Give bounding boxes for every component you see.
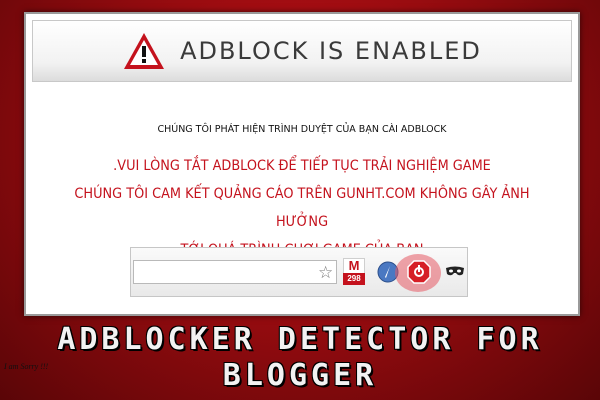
request-line: .VUI LÒNG TẮT ADBLOCK ĐỂ TIẾP TỤC TRẢI N… (113, 158, 491, 174)
banner-title: ADBLOCKER DETECTOR FOR BLOGGER (0, 322, 600, 394)
request-line: CHÚNG TÔI CAM KẾT QUẢNG CÁO TRÊN GUNHT.C… (74, 186, 530, 230)
warning-icon (124, 33, 165, 69)
adblock-warning-dialog: ADBLOCK IS ENABLED CHÚNG TÔI PHÁT HIỆN T… (24, 12, 580, 316)
signature-text: I am Sorry !!! (4, 362, 49, 371)
star-icon[interactable]: ☆ (318, 263, 333, 283)
mask-icon[interactable] (445, 264, 465, 278)
address-bar[interactable]: ☆ (133, 260, 337, 284)
banner-line: ADBLOCKER DETECTOR FOR (57, 322, 543, 357)
gmail-letter: M (343, 258, 365, 274)
browser-toolbar: ☆ M 298 (130, 247, 468, 297)
gmail-unread-count: 298 (343, 273, 365, 285)
detection-message: CHÚNG TÔI PHÁT HIỆN TRÌNH DUYỆT CỦA BẠN … (157, 124, 447, 135)
banner-line: BLOGGER (222, 358, 378, 393)
dialog-title: ADBLOCK IS ENABLED (180, 37, 482, 65)
adblock-icon[interactable] (407, 260, 431, 284)
gmail-icon[interactable]: M 298 (343, 258, 365, 286)
dialog-header: ADBLOCK IS ENABLED (32, 20, 572, 82)
